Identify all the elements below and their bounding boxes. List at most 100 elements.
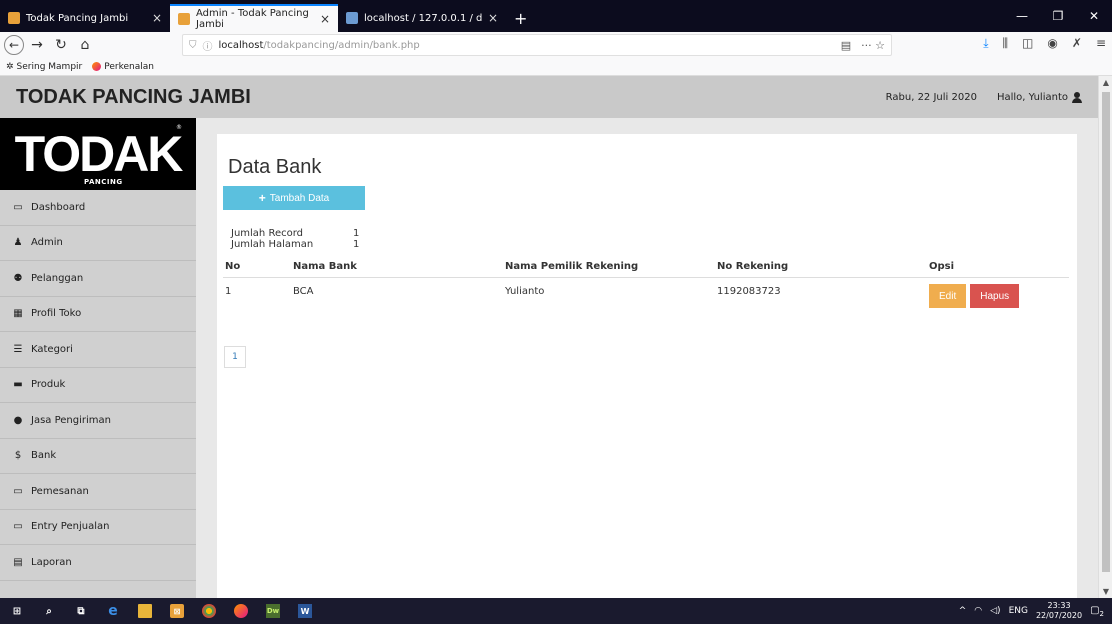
table-header: No Nama Bank Nama Pemilik Rekening No Re… xyxy=(223,256,1069,278)
chrome-icon[interactable] xyxy=(202,604,216,618)
column-header-no: No xyxy=(225,261,241,272)
language-indicator[interactable]: ENG xyxy=(1009,606,1028,616)
system-clock[interactable]: 23:33 22/07/2020 xyxy=(1036,601,1082,621)
sidebar-item-produk[interactable]: ▬ Produk xyxy=(0,367,196,403)
user-icon xyxy=(1072,91,1082,103)
record-count-label: Jumlah Record xyxy=(231,228,304,239)
dreamweaver-icon[interactable]: Dw xyxy=(266,604,280,618)
close-tab-icon[interactable]: × xyxy=(320,12,330,26)
reader-view-icon[interactable]: ▤ xyxy=(841,39,851,52)
page-count-label: Jumlah Halaman xyxy=(231,239,314,250)
scrollbar-thumb[interactable] xyxy=(1102,92,1110,572)
page-actions-icon[interactable]: ··· ☆ xyxy=(861,39,885,52)
sidebar-item-admin[interactable]: ♟ Admin xyxy=(0,225,196,261)
library-icon[interactable]: ⫼ xyxy=(1003,36,1009,51)
gear-icon: ✲ xyxy=(6,61,14,72)
monitor-icon: ▭ xyxy=(13,201,23,213)
sidebar-item-dashboard[interactable]: ▭ Dashboard xyxy=(0,190,196,226)
account-icon[interactable]: ◉ xyxy=(1047,36,1057,51)
info-icon: ⓘ xyxy=(202,41,213,53)
sidebar-item-pemesanan[interactable]: ▭ Pemesanan xyxy=(0,474,196,510)
app-header: TODAK PANCING JAMBI Rabu, 22 Juli 2020 H… xyxy=(0,76,1098,118)
site-favicon-icon xyxy=(178,13,190,25)
page-title: Data Bank xyxy=(228,156,322,178)
word-icon[interactable]: W xyxy=(298,604,312,618)
sidebar-item-laporan[interactable]: ▤ Laporan xyxy=(0,545,196,581)
sidebar-item-kategori[interactable]: ☰ Kategori xyxy=(0,332,196,368)
sidebar-item-profil-toko[interactable]: ▦ Profil Toko xyxy=(0,296,196,332)
close-tab-icon[interactable]: × xyxy=(152,11,162,25)
url-host: localhost xyxy=(218,39,264,51)
credit-card-icon: ▭ xyxy=(13,485,23,497)
file-explorer-icon[interactable] xyxy=(138,604,152,618)
browser-toolbar-icons: ⤓ ⫼ ◫ ◉ ✗ ≡ xyxy=(983,36,1106,51)
record-count-value: 1 xyxy=(353,228,360,239)
browser-tab-1[interactable]: Todak Pancing Jambi × xyxy=(0,4,170,32)
app-title: TODAK PANCING JAMBI xyxy=(16,85,251,108)
minimize-icon[interactable]: — xyxy=(1004,9,1040,23)
browser-tab-3[interactable]: localhost / 127.0.0.1 / db_todak × xyxy=(338,4,506,32)
task-view-icon[interactable]: ⧉ xyxy=(74,604,88,618)
extension-icon[interactable]: ✗ xyxy=(1072,36,1082,51)
edit-button[interactable]: Edit xyxy=(929,284,967,308)
sidebar: TODAK PANCING ® ▭ Dashboard ♟ Admin ⚉ Pelan… xyxy=(0,118,196,598)
new-tab-button[interactable]: + xyxy=(506,4,535,32)
firefox-icon[interactable] xyxy=(234,604,248,618)
user-greeting[interactable]: Hallo, Yulianto xyxy=(997,91,1082,103)
delete-button[interactable]: Hapus xyxy=(970,284,1020,308)
edge-icon[interactable]: e xyxy=(106,603,120,619)
sidebar-item-jasa-pengiriman[interactable]: ● Jasa Pengiriman xyxy=(0,403,196,439)
search-icon[interactable]: ⌕ xyxy=(42,604,56,618)
scroll-up-icon[interactable]: ▲ xyxy=(1099,78,1112,87)
record-stats: Jumlah Record 1 Jumlah Halaman 1 xyxy=(231,228,359,250)
column-header-bank: Nama Bank xyxy=(293,261,357,272)
wifi-icon[interactable]: ◠ xyxy=(974,606,982,616)
main-panel: Data Bank + Tambah Data Jumlah Record 1 J… xyxy=(217,134,1077,598)
home-icon[interactable]: ⌂ xyxy=(74,34,96,56)
url-path: /todakpancing/admin/bank.php xyxy=(263,39,420,51)
column-header-account: No Rekening xyxy=(717,261,789,272)
list-icon: ☰ xyxy=(13,343,23,355)
download-icon[interactable]: ⤓ xyxy=(983,36,988,51)
browser-tab-2[interactable]: Admin - Todak Pancing Jambi × xyxy=(170,4,338,32)
pagination-page-1[interactable]: 1 xyxy=(224,346,246,368)
bookmarks-bar: ✲ Sering Mampir Perkenalan xyxy=(0,58,1112,76)
notification-icon[interactable]: ▢2 xyxy=(1090,605,1104,618)
add-data-button[interactable]: + Tambah Data xyxy=(223,186,365,210)
users-icon: ⚉ xyxy=(13,272,23,284)
sidebar-item-pelanggan[interactable]: ⚉ Pelanggan xyxy=(0,261,196,297)
page-count-value: 1 xyxy=(353,239,360,250)
scroll-down-icon[interactable]: ▼ xyxy=(1099,587,1112,596)
menu-icon[interactable]: ≡ xyxy=(1096,36,1106,51)
windows-start-icon[interactable]: ⊞ xyxy=(10,604,24,618)
close-window-icon[interactable]: ✕ xyxy=(1076,9,1112,23)
cell-owner: Yulianto xyxy=(505,286,545,297)
tray-chevron-icon[interactable]: ^ xyxy=(959,606,967,616)
cell-no: 1 xyxy=(225,286,232,297)
browser-nav-bar: ← → ↻ ⌂ ⛉ ⓘ localhost/todakpancing/admin… xyxy=(0,32,1112,58)
cell-bank: BCA xyxy=(293,286,314,297)
phpmyadmin-favicon-icon xyxy=(346,12,358,24)
close-tab-icon[interactable]: × xyxy=(488,11,498,25)
bookmark-most-visited[interactable]: ✲ Sering Mampir xyxy=(6,62,82,72)
file-icon: ▤ xyxy=(13,556,23,568)
table-row: 1 BCA Yulianto 1192083723 Edit Hapus xyxy=(223,278,1069,314)
restore-icon[interactable]: ❐ xyxy=(1040,9,1076,23)
volume-icon[interactable]: ◁) xyxy=(990,606,1000,616)
table-icon: ▦ xyxy=(13,308,23,320)
browser-tab-bar: Todak Pancing Jambi × Admin - Todak Panc… xyxy=(0,0,1112,32)
xampp-icon[interactable]: ⊠ xyxy=(170,604,184,618)
credit-card-icon: ▭ xyxy=(13,521,23,533)
sidebar-toggle-icon[interactable]: ◫ xyxy=(1022,36,1033,51)
reload-icon[interactable]: ↻ xyxy=(50,34,72,56)
back-arrow-icon[interactable]: ← xyxy=(4,35,24,55)
sidebar-item-bank[interactable]: $ Bank xyxy=(0,438,196,474)
sidebar-item-entry-penjualan[interactable]: ▭ Entry Penjualan xyxy=(0,509,196,545)
bookmark-getting-started[interactable]: Perkenalan xyxy=(92,62,154,72)
url-bar[interactable]: ⛉ ⓘ localhost/todakpancing/admin/bank.ph… xyxy=(182,34,892,56)
cell-account: 1192083723 xyxy=(717,286,781,297)
logo: TODAK PANCING ® xyxy=(0,118,196,190)
forward-arrow-icon[interactable]: → xyxy=(26,34,48,56)
system-tray: ^ ◠ ◁) ENG 23:33 22/07/2020 ▢2 xyxy=(959,601,1112,621)
page-scrollbar[interactable]: ▲ ▼ xyxy=(1098,76,1112,598)
